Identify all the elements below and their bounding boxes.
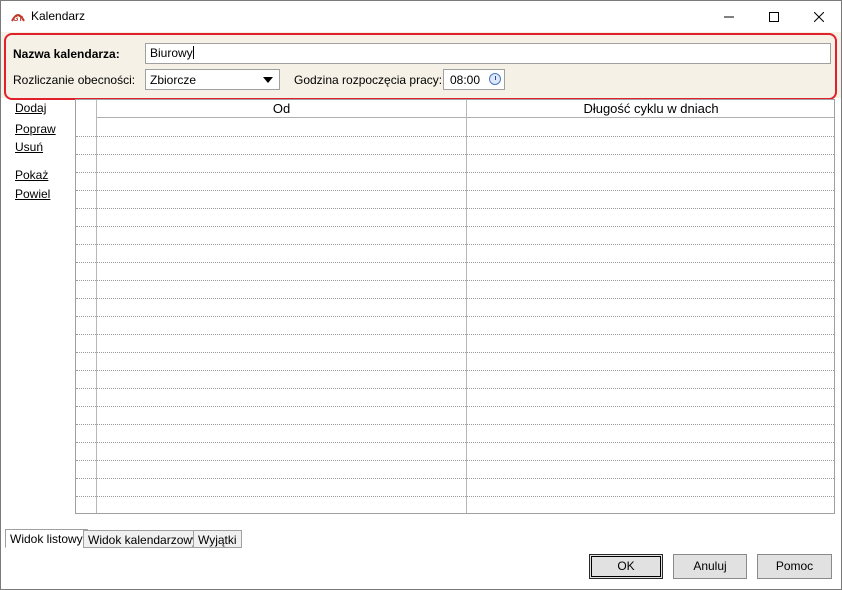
edit-link[interactable]: Popraw xyxy=(15,122,56,136)
empty-row-line xyxy=(76,208,834,209)
clock-icon[interactable] xyxy=(489,73,501,85)
empty-row-line xyxy=(76,496,834,497)
empty-row-line xyxy=(76,370,834,371)
app-logo-icon: GT xyxy=(11,14,25,23)
empty-row-line xyxy=(76,280,834,281)
start-time-label: Godzina rozpoczęcia pracy: xyxy=(294,73,443,87)
calendar-dialog: GT Kalendarz Nazwa kalendarza: Biurowy R… xyxy=(0,0,842,590)
empty-row-line xyxy=(76,478,834,479)
delete-link[interactable]: Usuń xyxy=(15,140,43,154)
column-header-from[interactable]: Od xyxy=(97,100,466,118)
calendar-name-value: Biurowy xyxy=(150,46,193,60)
calendar-name-label: Nazwa kalendarza: xyxy=(13,47,120,61)
ok-button[interactable]: OK xyxy=(589,554,663,579)
close-icon xyxy=(813,11,824,22)
minimize-icon xyxy=(723,16,734,17)
empty-row-line xyxy=(76,406,834,407)
empty-row-line xyxy=(76,298,834,299)
attendance-label: Rozliczanie obecności: xyxy=(13,73,136,87)
maximize-button[interactable] xyxy=(751,1,796,32)
help-button[interactable]: Pomoc xyxy=(757,554,832,579)
start-time-value: 08:00 xyxy=(450,73,481,87)
show-link[interactable]: Pokaż xyxy=(15,168,48,182)
empty-row-line xyxy=(76,244,834,245)
duplicate-link[interactable]: Powiel xyxy=(15,187,50,201)
empty-row-line xyxy=(76,262,834,263)
row-indicator-divider xyxy=(96,100,97,513)
title-bar: GT Kalendarz xyxy=(1,1,841,32)
column-header-cycle-length[interactable]: Długość cyklu w dniach xyxy=(466,100,834,118)
empty-row-line xyxy=(76,172,834,173)
calendar-name-input[interactable]: Biurowy xyxy=(145,43,831,64)
cycles-table[interactable]: Od Długość cyklu w dniach xyxy=(75,99,835,514)
add-link[interactable]: Dodaj xyxy=(15,101,46,115)
window-title: Kalendarz xyxy=(31,9,86,23)
tab-calendar-view[interactable]: Widok kalendarzowy xyxy=(83,530,204,548)
maximize-icon xyxy=(768,11,779,22)
empty-row-line xyxy=(76,352,834,353)
text-caret xyxy=(192,46,194,59)
empty-row-line xyxy=(76,424,834,425)
empty-row-line xyxy=(76,154,834,155)
empty-row-line xyxy=(76,388,834,389)
cancel-button[interactable]: Anuluj xyxy=(673,554,747,579)
empty-row-line xyxy=(76,442,834,443)
attendance-select[interactable]: Zbiorcze xyxy=(145,69,280,90)
empty-row-line xyxy=(76,334,834,335)
minimize-button[interactable] xyxy=(706,1,751,32)
empty-row-line xyxy=(76,190,834,191)
empty-row-line xyxy=(76,316,834,317)
tab-list-view[interactable]: Widok listowy xyxy=(5,529,88,548)
attendance-select-value: Zbiorcze xyxy=(150,73,197,87)
empty-row-line xyxy=(76,136,834,137)
close-button[interactable] xyxy=(796,1,841,32)
empty-row-line xyxy=(76,460,834,461)
empty-row-line xyxy=(76,226,834,227)
column-divider xyxy=(466,100,467,513)
tab-exceptions[interactable]: Wyjątki xyxy=(193,530,242,548)
start-time-input[interactable]: 08:00 xyxy=(443,69,505,90)
dropdown-arrow-icon xyxy=(263,77,273,83)
calendar-header-panel xyxy=(1,32,841,98)
svg-text:GT: GT xyxy=(13,16,23,23)
